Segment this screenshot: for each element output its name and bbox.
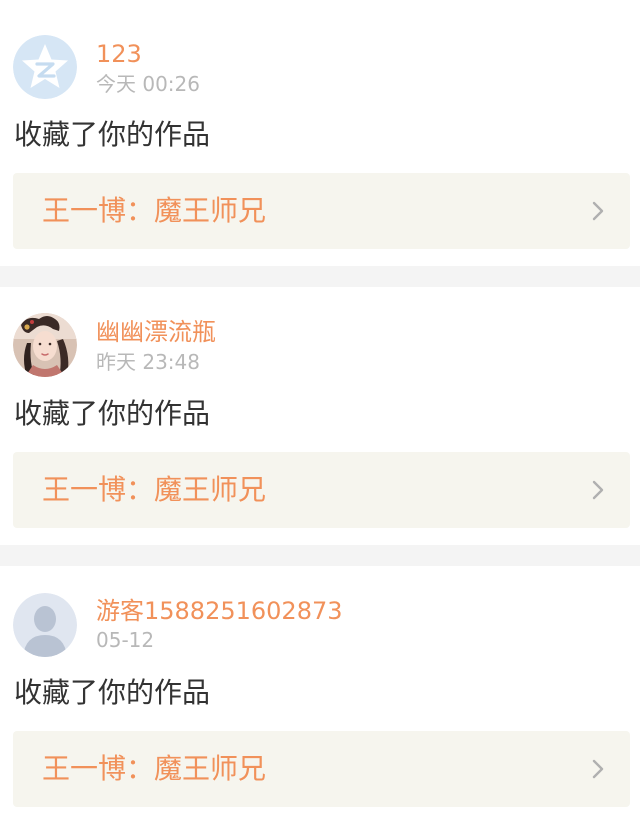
notification-item: 幽幽漂流瓶 昨天 23:48 收藏了你的作品 王一博：魔王师兄 xyxy=(0,287,640,545)
username[interactable]: 123 xyxy=(96,40,142,68)
work-title: 王一博：魔王师兄 xyxy=(42,752,267,785)
avatar[interactable] xyxy=(13,313,77,377)
work-link[interactable]: 王一博：魔王师兄 xyxy=(13,452,630,528)
notification-page: 123 今天 00:26 收藏了你的作品 王一博：魔王师兄 幽幽漂流瓶 昨天 2… xyxy=(0,0,640,825)
divider xyxy=(0,266,640,287)
divider xyxy=(0,545,640,566)
work-title: 王一博：魔王师兄 xyxy=(42,194,267,227)
chevron-right-icon xyxy=(592,201,604,221)
user-photo-avatar xyxy=(13,313,77,377)
avatar[interactable] xyxy=(13,35,77,99)
username[interactable]: 游客1588251602873 xyxy=(96,597,343,625)
default-user-avatar-icon xyxy=(13,593,77,657)
timestamp: 昨天 23:48 xyxy=(96,350,200,374)
work-link[interactable]: 王一博：魔王师兄 xyxy=(13,731,630,807)
avatar[interactable] xyxy=(13,593,77,657)
qzone-star-avatar-icon xyxy=(13,35,77,99)
action-text: 收藏了你的作品 xyxy=(14,676,211,709)
timestamp: 今天 00:26 xyxy=(96,72,200,96)
notification-item: 游客1588251602873 05-12 收藏了你的作品 王一博：魔王师兄 xyxy=(0,566,640,825)
timestamp: 05-12 xyxy=(96,628,155,652)
username[interactable]: 幽幽漂流瓶 xyxy=(96,318,216,346)
action-text: 收藏了你的作品 xyxy=(14,397,211,430)
chevron-right-icon xyxy=(592,759,604,779)
work-title: 王一博：魔王师兄 xyxy=(42,473,267,506)
action-text: 收藏了你的作品 xyxy=(14,118,211,151)
chevron-right-icon xyxy=(592,480,604,500)
work-link[interactable]: 王一博：魔王师兄 xyxy=(13,173,630,249)
notification-item: 123 今天 00:26 收藏了你的作品 王一博：魔王师兄 xyxy=(0,0,640,266)
